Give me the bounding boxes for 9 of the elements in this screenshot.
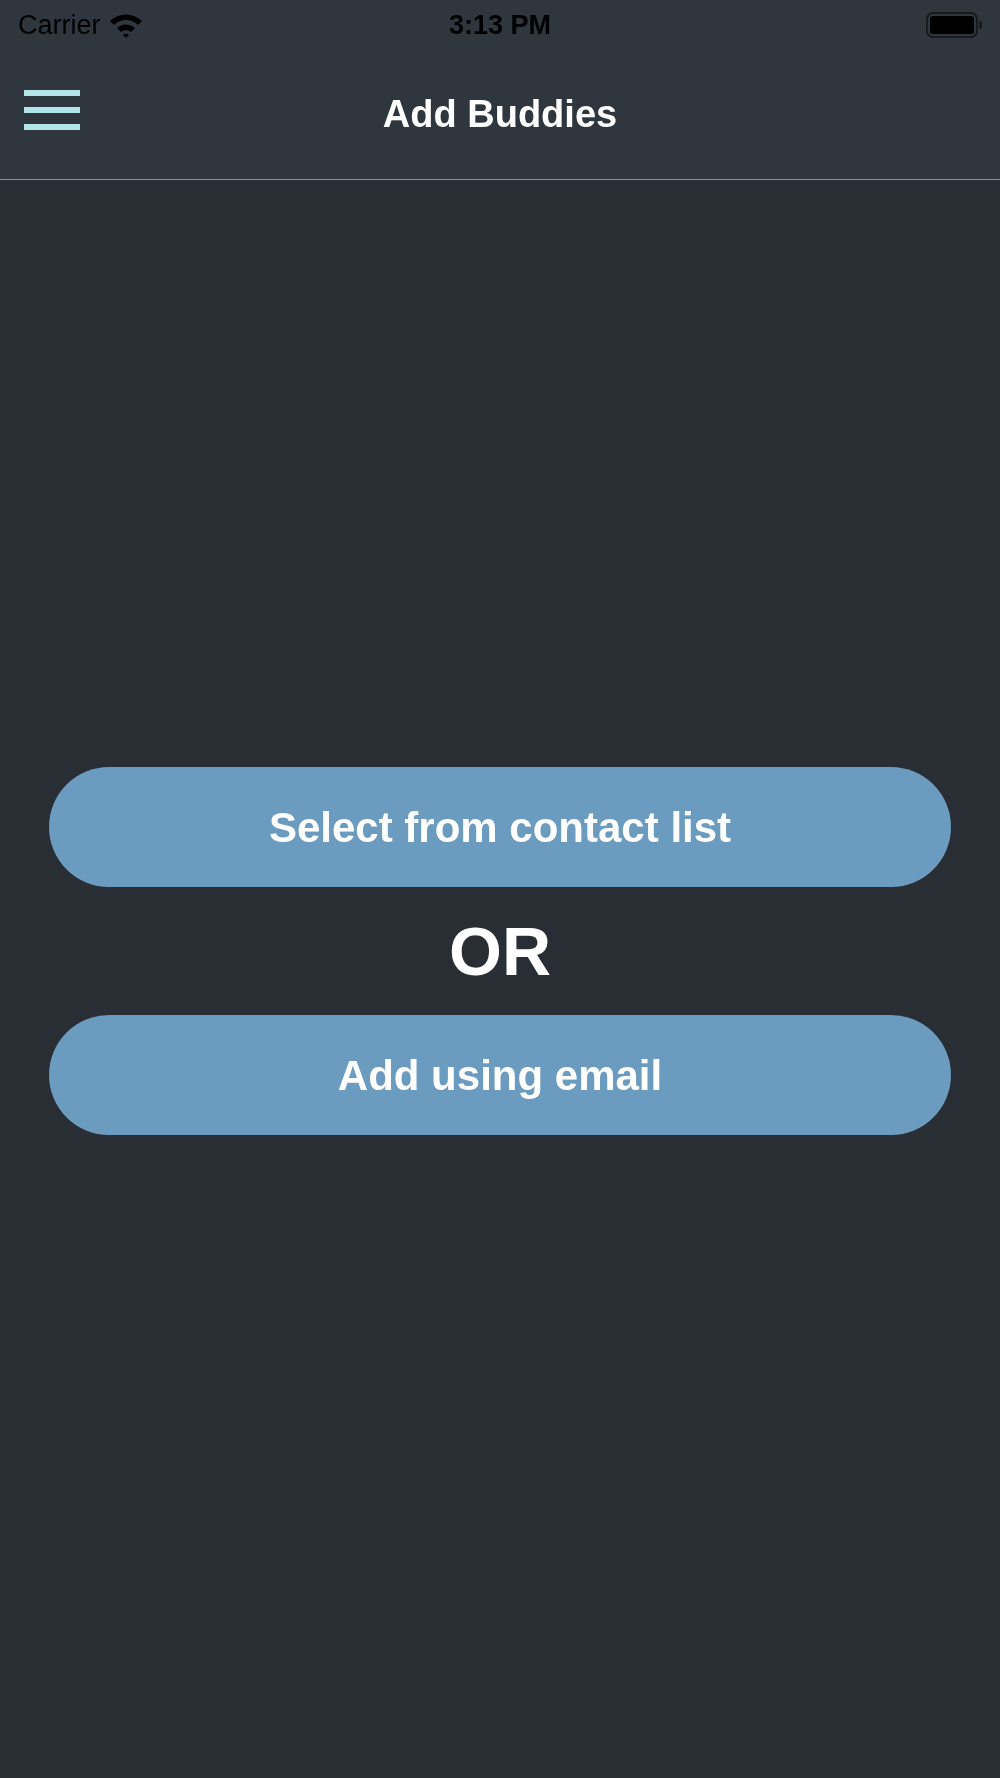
email-button[interactable]: Add using email <box>49 1015 951 1135</box>
battery-icon <box>926 12 982 38</box>
or-separator: OR <box>449 917 551 985</box>
carrier-label: Carrier <box>18 8 101 42</box>
page-title: Add Buddies <box>382 92 618 137</box>
wifi-icon <box>108 12 143 38</box>
menu-icon[interactable] <box>24 90 80 130</box>
contact-list-button[interactable]: Select from contact list <box>49 767 951 887</box>
status-time: 3:13 PM <box>448 8 551 42</box>
